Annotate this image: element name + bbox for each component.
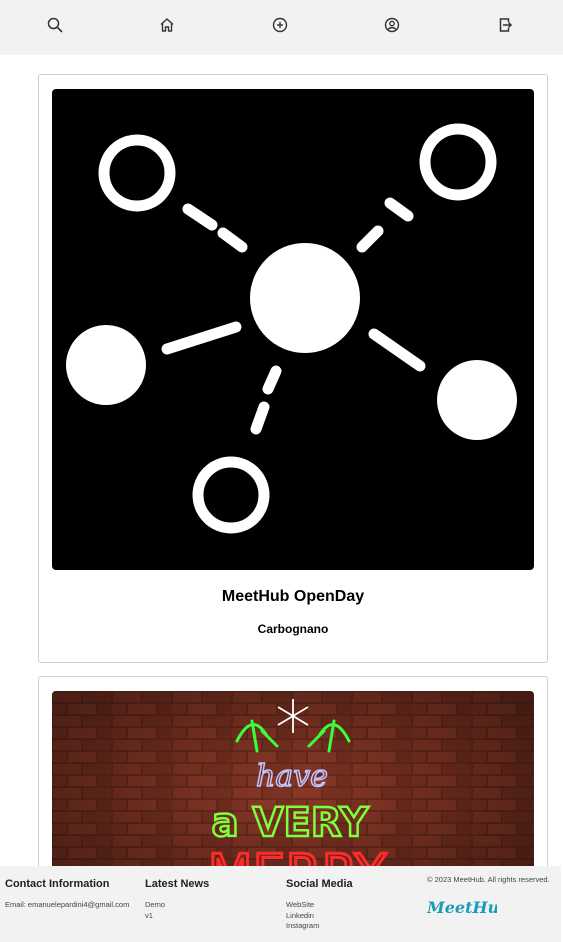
profile-button[interactable] [382, 15, 402, 35]
neon-text-line: a VERY [212, 800, 370, 846]
home-icon [160, 18, 174, 32]
network-graph-image [66, 123, 517, 534]
footer-contact: Contact Information Email: emanuelepardi… [5, 878, 129, 911]
news-link[interactable]: Demo [145, 900, 209, 911]
event-location: Carbognano [257, 622, 329, 636]
event-title[interactable]: MeetHub OpenDay [39, 588, 547, 606]
logout-button[interactable] [495, 15, 515, 35]
event-card[interactable]: have a VERY MERRY [38, 676, 548, 866]
footer-heading: Social Media [286, 878, 353, 890]
meethub-logo: MeetHub [427, 898, 497, 917]
neon-text-line: MERRY [208, 844, 387, 866]
contact-email[interactable]: Email: emanuelepardini4@gmail.com [5, 900, 129, 911]
news-link[interactable]: v1 [145, 911, 209, 922]
neon-text-line: have [256, 759, 328, 794]
footer-news: Latest News Demo v1 [145, 878, 209, 921]
search-button[interactable] [45, 15, 65, 35]
top-navbar [0, 0, 563, 55]
event-image: have a VERY MERRY [52, 691, 534, 866]
logo-text: MeetHub [427, 898, 497, 917]
create-event-button[interactable] [270, 15, 290, 35]
event-image [52, 89, 534, 570]
footer-social: Social Media WebSite Linkedin Instagram [286, 878, 353, 932]
neon-merry-christmas-image: have a VERY MERRY [52, 691, 534, 866]
social-link-instagram[interactable]: Instagram [286, 921, 353, 932]
social-link-website[interactable]: WebSite [286, 900, 353, 911]
copyright-text: © 2023 MeetHub. All rights reserved. [427, 875, 550, 884]
footer-heading: Latest News [145, 878, 210, 890]
logout-icon [499, 18, 513, 32]
add-circle-icon [272, 17, 288, 33]
social-link-linkedin[interactable]: Linkedin [286, 911, 353, 922]
event-feed: MeetHub OpenDay Carbognano have a VERY [0, 55, 563, 866]
home-button[interactable] [157, 15, 177, 35]
user-icon [384, 17, 400, 33]
footer: Contact Information Email: emanuelepardi… [0, 866, 561, 942]
footer-heading: Contact Information [5, 878, 110, 890]
search-icon [47, 17, 63, 33]
event-card[interactable]: MeetHub OpenDay Carbognano [38, 74, 548, 663]
